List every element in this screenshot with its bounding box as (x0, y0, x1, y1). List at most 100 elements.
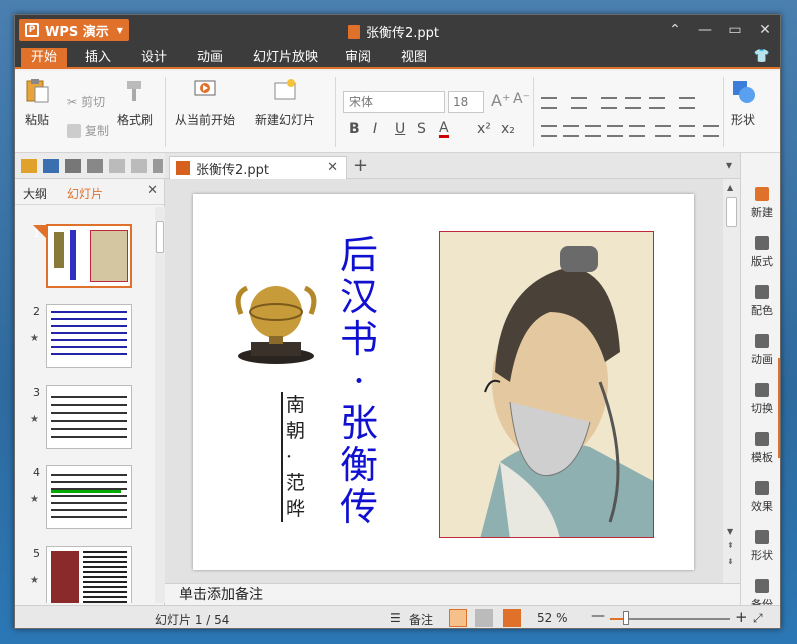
slide-thumbnail-5[interactable] (46, 546, 132, 603)
slideshow-view-icon[interactable] (503, 609, 521, 627)
tab-home[interactable]: 开始 (21, 48, 68, 69)
preview-icon[interactable] (87, 158, 103, 173)
tool-layout[interactable]: 版式 (741, 236, 780, 269)
slide-title[interactable]: 后汉书·张衡传 (338, 234, 380, 528)
tab-outline[interactable]: 大纲 (23, 185, 47, 202)
tab-view[interactable]: 视图 (391, 48, 437, 69)
slide-canvas: 后汉书·张衡传 南朝·范晔 ▲ ▼ ⇞ ⇟ (165, 179, 740, 583)
tool-template[interactable]: 模板 (741, 432, 780, 465)
copy-button[interactable]: 复制 (67, 122, 109, 139)
scroll-up-icon[interactable]: ▲ (727, 183, 733, 192)
bullets-icon[interactable] (541, 97, 557, 109)
font-size-select[interactable]: 18 (448, 91, 484, 113)
font-color-icon[interactable]: A (439, 121, 449, 138)
align-center-icon[interactable] (563, 125, 579, 137)
text-direction-icon[interactable] (679, 97, 695, 109)
indent-increase-icon[interactable] (625, 97, 641, 109)
undo-icon[interactable] (109, 158, 125, 173)
shape-button[interactable]: 形状 (729, 77, 757, 128)
zoom-knob[interactable] (623, 611, 629, 625)
format-painter-label: 格式刷 (117, 113, 154, 127)
notes-toggle[interactable]: 备注 (409, 611, 433, 628)
thumbnail-scrollbar[interactable] (155, 207, 165, 603)
text-align-icon[interactable] (703, 125, 719, 137)
save-icon[interactable] (43, 158, 59, 173)
tool-color-scheme[interactable]: 配色 (741, 285, 780, 318)
portrait-image[interactable] (439, 231, 654, 538)
sorter-view-icon[interactable] (475, 609, 493, 627)
next-slide-icon[interactable]: ⇟ (727, 557, 734, 566)
tab-animation[interactable]: 动画 (187, 48, 233, 69)
bold-icon[interactable]: B (349, 121, 360, 137)
distribute-icon[interactable] (629, 125, 645, 137)
new-tab-icon[interactable]: + (353, 155, 368, 176)
app-menu-button[interactable]: P WPS 演示 ▼ (19, 19, 129, 41)
superscript-icon[interactable]: x² (477, 121, 491, 137)
format-painter-button[interactable]: 格式刷 (117, 77, 153, 128)
tab-slides[interactable]: 幻灯片 (67, 185, 103, 202)
paste-button[interactable]: 粘贴 (23, 77, 51, 128)
tab-insert[interactable]: 插入 (75, 48, 121, 69)
tool-transition[interactable]: 切换 (741, 383, 780, 416)
shadow-icon[interactable]: S (417, 121, 426, 137)
customize-icon[interactable] (153, 158, 163, 173)
slide-thumbnail-1[interactable] (46, 224, 132, 288)
tab-slideshow[interactable]: 幻灯片放映 (243, 48, 328, 69)
zoom-out-icon[interactable]: — (591, 608, 605, 624)
subscript-icon[interactable]: x₂ (501, 121, 515, 137)
paste-label: 粘贴 (24, 113, 49, 127)
shrink-font-icon[interactable]: A⁻ (513, 91, 530, 107)
tool-new[interactable]: 新建 (741, 187, 780, 220)
columns-icon[interactable] (649, 97, 665, 109)
chevron-down-icon: ▼ (116, 25, 123, 35)
slide[interactable]: 后汉书·张衡传 南朝·范晔 (193, 194, 694, 570)
skin-icon[interactable]: 👕 (754, 49, 770, 64)
underline-icon[interactable]: U (395, 121, 405, 137)
collapse-ribbon-icon[interactable]: ⌃ (660, 15, 690, 45)
notes-toggle-icon[interactable]: ☰ (390, 611, 401, 625)
indent-decrease-icon[interactable] (601, 97, 617, 109)
tab-design[interactable]: 设计 (131, 48, 177, 69)
slide-author[interactable]: 南朝·范晔 (281, 392, 305, 522)
doc-tab-label: 张衡传2.ppt (196, 162, 270, 178)
tab-review[interactable]: 审阅 (335, 48, 381, 69)
slide-thumbnail-4[interactable] (46, 465, 132, 529)
line-spacing-icon[interactable] (655, 125, 671, 137)
tool-effects[interactable]: 效果 (741, 481, 780, 514)
new-slide-button[interactable]: 新建幻灯片 (255, 77, 315, 128)
notes-area[interactable]: 单击添加备注 (165, 583, 740, 605)
minimize-button[interactable]: — (690, 15, 720, 45)
align-right-icon[interactable] (585, 125, 601, 137)
tool-animation[interactable]: 动画 (741, 334, 780, 367)
font-name-select[interactable]: 宋体 (343, 91, 445, 113)
justify-icon[interactable] (607, 125, 623, 137)
scrollbar-thumb[interactable] (726, 197, 737, 227)
redo-icon[interactable] (131, 158, 147, 173)
close-button[interactable]: ✕ (750, 15, 780, 45)
canvas-scrollbar[interactable]: ▲ ▼ ⇞ ⇟ (723, 179, 740, 583)
slide-thumbnail-3[interactable] (46, 385, 132, 449)
doc-tab[interactable]: 张衡传2.ppt ✕ (169, 156, 347, 179)
close-pane-icon[interactable]: ✕ (147, 183, 158, 198)
numbering-icon[interactable] (571, 97, 587, 109)
para-spacing-icon[interactable] (679, 125, 695, 137)
align-left-icon[interactable] (541, 125, 557, 137)
print-icon[interactable] (65, 158, 81, 173)
cut-button[interactable]: ✂ 剪切 (67, 93, 105, 110)
grow-font-icon[interactable]: A⁺ (491, 91, 510, 110)
prev-slide-icon[interactable]: ⇞ (727, 541, 734, 550)
maximize-button[interactable]: ▭ (720, 15, 750, 45)
slide-thumbnail-2[interactable] (46, 304, 132, 368)
scrollbar-thumb[interactable] (156, 221, 164, 253)
normal-view-icon[interactable] (449, 609, 467, 627)
italic-icon[interactable]: I (373, 121, 377, 137)
open-icon[interactable] (21, 158, 37, 173)
close-tab-icon[interactable]: ✕ (327, 160, 338, 175)
pane-handle[interactable] (778, 358, 780, 458)
fit-window-icon[interactable]: ⤢ (753, 611, 763, 626)
from-current-button[interactable]: 从当前开始 (175, 77, 235, 128)
tab-list-icon[interactable]: ▾ (726, 158, 732, 172)
zoom-in-icon[interactable]: + (735, 608, 748, 626)
scroll-down-icon[interactable]: ▼ (727, 527, 733, 536)
tool-shape[interactable]: 形状 (741, 530, 780, 563)
